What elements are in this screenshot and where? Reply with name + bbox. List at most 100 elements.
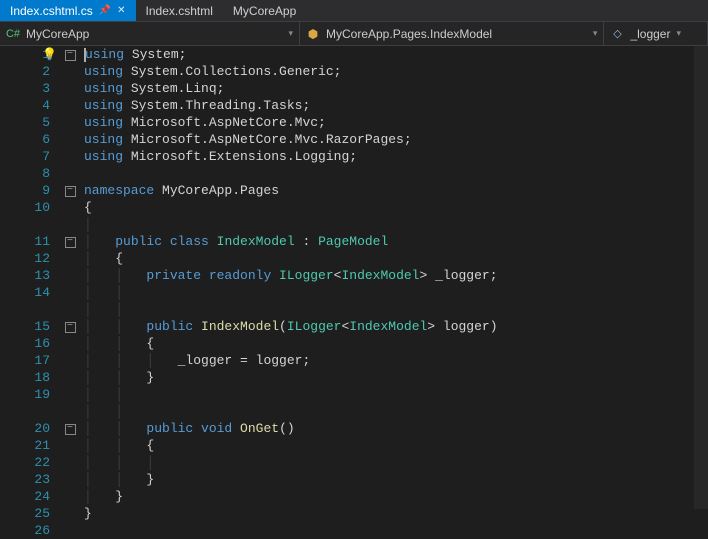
line-number: 25: [0, 505, 50, 522]
code-line[interactable]: using System.Collections.Generic;: [84, 63, 708, 80]
code-line[interactable]: using Microsoft.Extensions.Logging;: [84, 148, 708, 165]
code-line[interactable]: │ │: [84, 301, 708, 318]
fold-spacer: [62, 488, 78, 505]
token-guide: │ │ │: [84, 455, 154, 470]
tab-mycoreapp[interactable]: MyCoreApp: [223, 0, 306, 21]
token-ns: System: [132, 47, 179, 62]
token-punc: = logger;: [232, 353, 310, 368]
line-number: 8: [0, 165, 50, 182]
code-line[interactable]: {: [84, 199, 708, 216]
token-field: _logger: [178, 353, 233, 368]
token-guide: │ │: [84, 336, 146, 351]
code-line[interactable]: using System.Linq;: [84, 80, 708, 97]
token-punc: >: [427, 319, 443, 334]
code-line[interactable]: │ │ private readonly ILogger<IndexModel>…: [84, 267, 708, 284]
pin-icon[interactable]: 📌: [99, 5, 111, 16]
fold-toggle[interactable]: [62, 182, 78, 199]
token-punc: ;: [490, 268, 498, 283]
fold-toggle[interactable]: [62, 420, 78, 437]
token-punc: ;: [217, 81, 225, 96]
code-line[interactable]: │ │ }: [84, 471, 708, 488]
code-line[interactable]: │ }: [84, 488, 708, 505]
code-line[interactable]: [84, 522, 708, 539]
token-type: PageModel: [318, 234, 388, 249]
token-punc: {: [84, 200, 92, 215]
token-punc: ;: [404, 132, 412, 147]
fold-spacer: [62, 97, 78, 114]
nav-class-dropdown[interactable]: ⬢ MyCoreApp.Pages.IndexModel ▾: [300, 22, 604, 45]
code-line[interactable]: │ │ │ _logger = logger;: [84, 352, 708, 369]
fold-toggle[interactable]: [62, 46, 78, 63]
fold-spacer: [62, 284, 78, 301]
fold-spacer: [62, 352, 78, 369]
code-line[interactable]: │ │ public void OnGet(): [84, 420, 708, 437]
token-kw: public class: [115, 234, 216, 249]
code-line[interactable]: namespace MyCoreApp.Pages: [84, 182, 708, 199]
line-number: 1💡: [0, 46, 50, 63]
vertical-scrollbar[interactable]: [694, 46, 708, 509]
line-number: 10: [0, 199, 50, 216]
code-editor[interactable]: 1💡23456789101112131415161718192021222324…: [0, 46, 708, 509]
code-area[interactable]: using System;using System.Collections.Ge…: [78, 46, 708, 509]
code-line[interactable]: │ │ {: [84, 335, 708, 352]
token-punc: ;: [302, 98, 310, 113]
token-guide: │: [84, 489, 115, 504]
fold-spacer: [62, 505, 78, 522]
code-line[interactable]: │ public class IndexModel : PageModel: [84, 233, 708, 250]
token-guide: │ │ │: [84, 353, 178, 368]
nav-member-label: _logger: [630, 27, 670, 41]
code-line[interactable]: │ │: [84, 284, 708, 301]
tab-index-cshtml-cs[interactable]: Index.cshtml.cs 📌 ✕: [0, 0, 136, 21]
token-kw: public void: [146, 421, 240, 436]
code-line[interactable]: │ │: [84, 403, 708, 420]
token-kw: using: [84, 115, 131, 130]
line-number: 4: [0, 97, 50, 114]
token-guide: │ │: [84, 438, 146, 453]
token-punc: }: [146, 370, 154, 385]
close-icon[interactable]: ✕: [117, 5, 125, 16]
line-number: 24: [0, 488, 50, 505]
code-line[interactable]: using System;: [84, 46, 708, 63]
code-line[interactable]: }: [84, 505, 708, 522]
code-line[interactable]: │ │ public IndexModel(ILogger<IndexModel…: [84, 318, 708, 335]
line-number: 13: [0, 267, 50, 284]
token-punc: }: [146, 472, 154, 487]
token-punc: >: [419, 268, 435, 283]
fold-spacer: [62, 216, 78, 233]
nav-member-dropdown[interactable]: ◇ _logger ▾: [604, 22, 708, 45]
token-type: ILogger: [287, 319, 342, 334]
code-line[interactable]: │ {: [84, 250, 708, 267]
code-line[interactable]: │: [84, 216, 708, 233]
code-line[interactable]: │ │ }: [84, 369, 708, 386]
fold-spacer: [62, 267, 78, 284]
nav-project-dropdown[interactable]: C# MyCoreApp ▾: [0, 22, 300, 45]
line-number: 21: [0, 437, 50, 454]
code-line[interactable]: using System.Threading.Tasks;: [84, 97, 708, 114]
code-line[interactable]: using Microsoft.AspNetCore.Mvc;: [84, 114, 708, 131]
fold-spacer: [62, 301, 78, 318]
line-number: [0, 216, 50, 233]
token-punc: ;: [334, 64, 342, 79]
code-line[interactable]: │ │ │: [84, 454, 708, 471]
chevron-down-icon: ▾: [593, 28, 598, 39]
code-line[interactable]: │ │ {: [84, 437, 708, 454]
fold-spacer: [62, 114, 78, 131]
line-number: 16: [0, 335, 50, 352]
fold-spacer: [62, 437, 78, 454]
code-line[interactable]: using Microsoft.AspNetCore.Mvc.RazorPage…: [84, 131, 708, 148]
code-line[interactable]: [84, 165, 708, 182]
fold-toggle[interactable]: [62, 233, 78, 250]
token-punc: ;: [349, 149, 357, 164]
code-line[interactable]: │ │: [84, 386, 708, 403]
token-punc: (: [279, 319, 287, 334]
fold-spacer: [62, 471, 78, 488]
token-ns: MyCoreApp.Pages: [162, 183, 279, 198]
token-type: IndexModel: [349, 319, 427, 334]
line-number: 18: [0, 369, 50, 386]
lightbulb-icon[interactable]: 💡: [42, 47, 57, 64]
line-number: 17: [0, 352, 50, 369]
fold-toggle[interactable]: [62, 318, 78, 335]
fold-spacer: [62, 522, 78, 539]
tab-index-cshtml[interactable]: Index.cshtml: [136, 0, 223, 21]
line-number: 20: [0, 420, 50, 437]
